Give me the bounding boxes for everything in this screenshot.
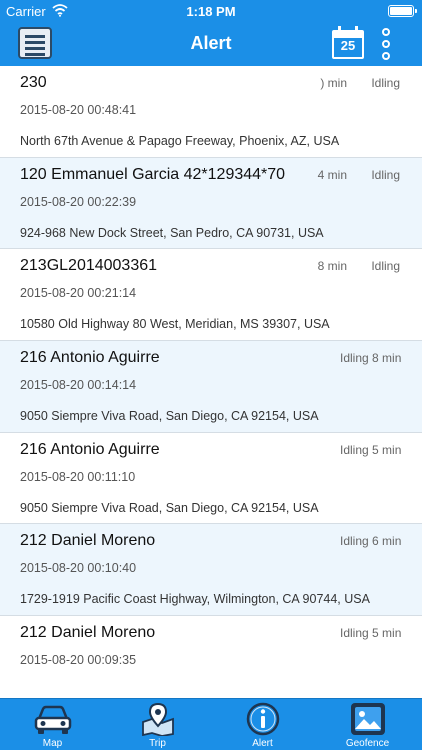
alert-timestamp: 2015-08-20 00:48:41 bbox=[20, 103, 137, 117]
alert-status: Idling 6 min bbox=[340, 534, 402, 549]
alert-row[interactable]: 120 Emmanuel Garcia 42*129344*70 4 min I… bbox=[0, 157, 422, 250]
alert-name: 216 Antonio Aguirre bbox=[20, 349, 160, 367]
alert-address: 10580 Old Highway 80 West, Meridian, MS … bbox=[20, 317, 330, 332]
alert-row[interactable]: 213GL2014003361 8 min Idling 2015-08-20 … bbox=[0, 249, 422, 342]
alert-row[interactable]: 216 Antonio Aguirre Idling 5 min 2015-08… bbox=[0, 432, 422, 525]
alert-timestamp: 2015-08-20 00:11:10 bbox=[20, 469, 136, 484]
alert-timestamp: 2015-08-20 00:09:35 bbox=[20, 653, 137, 668]
alert-row[interactable]: 212 Daniel Moreno Idling 5 min 2015-08-2… bbox=[0, 616, 422, 698]
calendar-day: 25 bbox=[340, 38, 356, 53]
alert-address: 9050 Siempre Viva Road, San Diego, CA 92… bbox=[20, 409, 319, 424]
car-icon bbox=[34, 705, 71, 734]
alert-name: 216 Antonio Aguirre bbox=[20, 440, 160, 458]
alert-status: Idling 8 min bbox=[340, 351, 402, 366]
alert-name: 230 bbox=[20, 74, 47, 91]
alert-address: 924-968 New Dock Street, San Pedro, CA 9… bbox=[20, 225, 324, 240]
alert-duration: 8 min bbox=[317, 259, 347, 274]
alert-status: Idling bbox=[371, 167, 400, 182]
image-icon bbox=[350, 703, 385, 735]
alert-status: Idling bbox=[371, 259, 400, 274]
alert-timestamp: 2015-08-20 00:10:40 bbox=[20, 561, 137, 576]
alert-timestamp: 2015-08-20 00:14:14 bbox=[20, 378, 137, 393]
info-icon bbox=[246, 702, 279, 736]
calendar-button[interactable]: 25 bbox=[332, 26, 364, 60]
battery-icon bbox=[388, 5, 417, 17]
tab-label: Trip bbox=[149, 738, 166, 749]
alert-name: 213GL2014003361 bbox=[20, 257, 158, 275]
tab-label: Geofence bbox=[345, 738, 390, 749]
alert-address: 9050 Siempre Viva Road, San Diego, CA 92… bbox=[20, 500, 319, 515]
alert-timestamp: 2015-08-20 00:21:14 bbox=[20, 286, 137, 301]
clock: 1:18 PM bbox=[186, 4, 236, 19]
alert-row[interactable]: 230 ) min Idling 2015-08-20 00:48:41 Nor… bbox=[0, 66, 422, 158]
alert-address: North 67th Avenue & Papago Freeway, Phoe… bbox=[20, 134, 340, 148]
alert-name: 212 Daniel Moreno bbox=[20, 532, 156, 550]
alert-duration: ) min bbox=[320, 76, 347, 90]
alert-list[interactable]: 230 ) min Idling 2015-08-20 00:48:41 Nor… bbox=[0, 66, 422, 698]
map-pin-icon bbox=[141, 702, 174, 736]
status-bar: Carrier 1:18 PM bbox=[0, 0, 422, 22]
nav-bar: Alert 25 bbox=[0, 22, 422, 66]
alert-row[interactable]: 212 Daniel Moreno Idling 6 min 2015-08-2… bbox=[0, 524, 422, 617]
alert-status: Idling bbox=[371, 76, 400, 90]
alert-timestamp: 2015-08-20 00:22:39 bbox=[20, 194, 137, 209]
tab-geofence[interactable]: Geofence bbox=[315, 699, 420, 750]
tab-label: Map bbox=[42, 738, 63, 749]
alert-name: 120 Emmanuel Garcia 42*129344*70 bbox=[20, 165, 286, 183]
tab-alert[interactable]: Alert bbox=[210, 699, 315, 750]
tab-label: Alert bbox=[252, 738, 273, 749]
alert-status: Idling 5 min bbox=[340, 442, 402, 457]
alert-row[interactable]: 216 Antonio Aguirre Idling 8 min 2015-08… bbox=[0, 341, 422, 433]
more-options-icon[interactable] bbox=[380, 28, 392, 60]
alert-status: Idling 5 min bbox=[340, 626, 402, 641]
tab-trip[interactable]: Trip bbox=[105, 699, 210, 750]
alert-address: 1729-1919 Pacific Coast Highway, Wilming… bbox=[20, 592, 370, 607]
alert-name: 212 Daniel Moreno bbox=[20, 624, 156, 642]
tab-bar: Map Trip Alert Geofence bbox=[0, 698, 422, 750]
tab-map[interactable]: Map bbox=[0, 699, 105, 750]
alert-duration: 4 min bbox=[317, 167, 347, 182]
